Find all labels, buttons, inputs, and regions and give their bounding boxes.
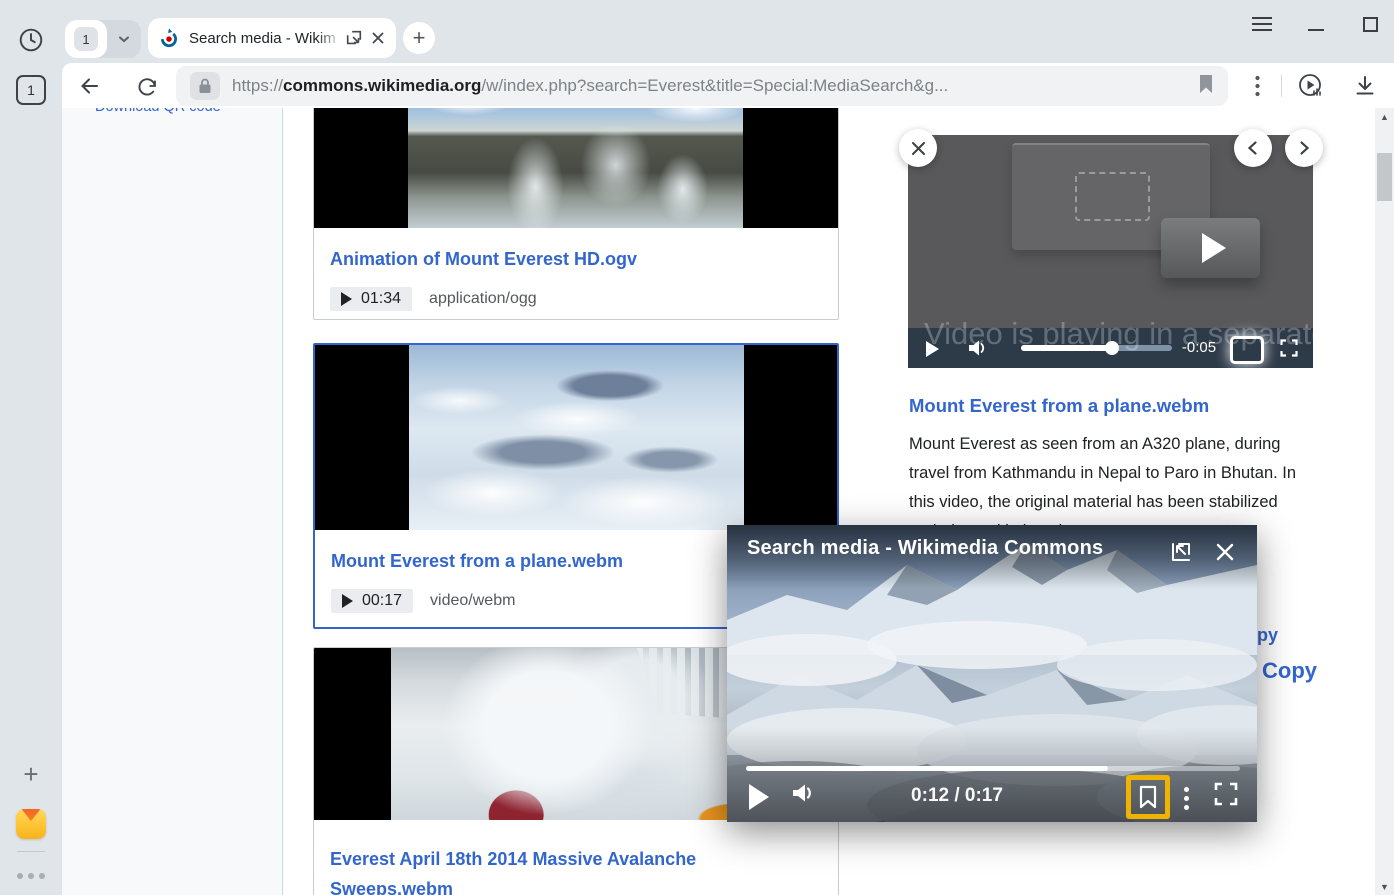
volume-icon[interactable] (966, 337, 988, 364)
tab-pip-indicator-icon (345, 29, 363, 47)
tab-strip: 1 Search media - Wikim + (62, 0, 1394, 60)
everest-summit-thumbnail-image (408, 108, 743, 228)
quickview-file-title[interactable]: Mount Everest from a plane.webm (909, 395, 1209, 417)
wikimedia-commons-favicon (158, 27, 180, 49)
seek-bar[interactable] (1021, 345, 1172, 351)
url-text: https://commons.wikimedia.org/w/index.ph… (232, 76, 1190, 96)
mime-type-label: video/webm (430, 592, 515, 610)
ssl-lock-icon[interactable] (190, 72, 220, 100)
duration-badge: 00:17 (331, 589, 413, 613)
window-controls (1154, 0, 1394, 46)
pip-seek-bar[interactable] (746, 766, 1240, 771)
copy-link[interactable]: Copy (1262, 658, 1317, 684)
yandex-mail-button[interactable] (0, 802, 62, 846)
tab-title: Search media - Wikim (189, 30, 345, 47)
bookmark-icon (1138, 785, 1158, 809)
history-clock-icon[interactable] (0, 18, 62, 62)
quickview-video-player[interactable]: Video is playing in a separate window -0… (908, 135, 1313, 368)
seek-progress (1021, 345, 1112, 351)
video-thumbnail[interactable] (315, 345, 837, 530)
back-to-tab-icon[interactable] (1167, 538, 1195, 566)
sidebar-divider (17, 851, 45, 852)
browser-side-strip: 1 + (0, 0, 62, 895)
url-host: commons.wikimedia.org (283, 76, 481, 95)
scrollbar-thumb[interactable] (1377, 153, 1392, 201)
reload-button[interactable] (130, 69, 164, 103)
sidebar-link-download-qr[interactable]: Download QR code (95, 108, 221, 115)
sidebar-tab-counter[interactable]: 1 (0, 68, 62, 112)
result-card-animation-everest[interactable]: Animation of Mount Everest HD.ogv 01:34 … (313, 108, 839, 320)
media-player-icon[interactable] (1293, 69, 1327, 103)
minimize-icon[interactable] (1304, 12, 1328, 36)
pip-title-bar[interactable]: Search media - Wikimedia Commons (727, 525, 1257, 589)
toolbar-kebab-menu-icon[interactable] (1240, 69, 1274, 103)
scrollbar-down-arrow[interactable]: ▼ (1375, 878, 1394, 895)
url-protocol: https:// (232, 76, 283, 95)
scrollbar-up-arrow[interactable]: ▲ (1375, 108, 1394, 125)
time-remaining-label: -0:05 (1171, 339, 1227, 356)
pip-window-title: Search media - Wikimedia Commons (747, 537, 1103, 560)
pip-close-icon[interactable] (1211, 538, 1239, 566)
browser-window: 1 + 1 Search media - Wikim (0, 0, 1394, 895)
play-icon (341, 292, 352, 306)
everest-aerial-thumbnail-image (409, 345, 744, 530)
bookmark-flag-icon[interactable] (1198, 74, 1214, 99)
pip-kebab-menu-icon[interactable] (1179, 784, 1193, 812)
browser-menu-icon[interactable] (1250, 12, 1274, 36)
tab-group-count: 1 (74, 27, 98, 51)
pip-play-icon[interactable] (749, 784, 769, 810)
tab-close-icon[interactable] (370, 30, 386, 46)
tab-search-media[interactable]: Search media - Wikim (148, 18, 396, 58)
pip-time-label: 0:12 / 0:17 (877, 785, 1037, 807)
previous-result-button[interactable] (1234, 129, 1272, 167)
duration-label: 00:17 (362, 592, 402, 610)
play-icon (342, 594, 353, 608)
address-bar[interactable]: https://commons.wikimedia.org/w/index.ph… (176, 66, 1228, 106)
pip-volume-icon[interactable] (789, 780, 815, 811)
mime-type-label: application/ogg (429, 290, 537, 308)
navigation-toolbar: https://commons.wikimedia.org/w/index.ph… (62, 63, 1394, 108)
duration-label: 01:34 (361, 290, 401, 308)
sidebar-add-button[interactable]: + (0, 752, 62, 796)
player-control-bar: -0:05 (908, 328, 1313, 368)
result-meta: 01:34 application/ogg (330, 287, 822, 311)
pip-fullscreen-icon[interactable] (1214, 782, 1238, 811)
toolbar-separator (1281, 75, 1282, 97)
url-path: /w/index.php?search=Everest&title=Specia… (481, 76, 948, 95)
page-scrollbar[interactable]: ▲ ▼ (1375, 108, 1394, 895)
wiki-sidebar: Download QR code (62, 108, 283, 895)
mail-icon (16, 809, 46, 839)
sidebar-more-button[interactable] (0, 854, 62, 895)
back-button[interactable] (73, 69, 107, 103)
dashed-region-icon (1075, 172, 1150, 221)
tab-group-dropdown[interactable] (107, 20, 141, 58)
picture-in-picture-button[interactable] (1230, 336, 1264, 364)
result-title[interactable]: Everest April 18th 2014 Massive Avalanch… (330, 844, 822, 895)
seek-thumb[interactable] (1105, 341, 1119, 355)
result-title[interactable]: Animation of Mount Everest HD.ogv (330, 244, 822, 274)
quickview-close-button[interactable] (899, 129, 937, 167)
tab-group-chip[interactable]: 1 (65, 20, 141, 58)
next-result-button[interactable] (1285, 129, 1323, 167)
pip-seek-progress (746, 766, 1108, 771)
duration-badge: 01:34 (330, 287, 412, 311)
play-icon[interactable] (926, 341, 939, 357)
pip-bookmark-highlight-box[interactable] (1126, 775, 1170, 819)
pip-window[interactable]: Search media - Wikimedia Commons 0:12 / … (727, 525, 1257, 822)
ellipsis-icon (17, 873, 45, 879)
fullscreen-icon[interactable] (1280, 339, 1298, 362)
video-thumbnail[interactable] (314, 108, 838, 228)
maximize-icon[interactable] (1358, 12, 1382, 36)
downloads-icon[interactable] (1348, 69, 1382, 103)
placeholder-play-button (1161, 218, 1260, 278)
sidebar-tab-count-label: 1 (16, 75, 46, 105)
new-tab-button[interactable]: + (403, 22, 435, 54)
